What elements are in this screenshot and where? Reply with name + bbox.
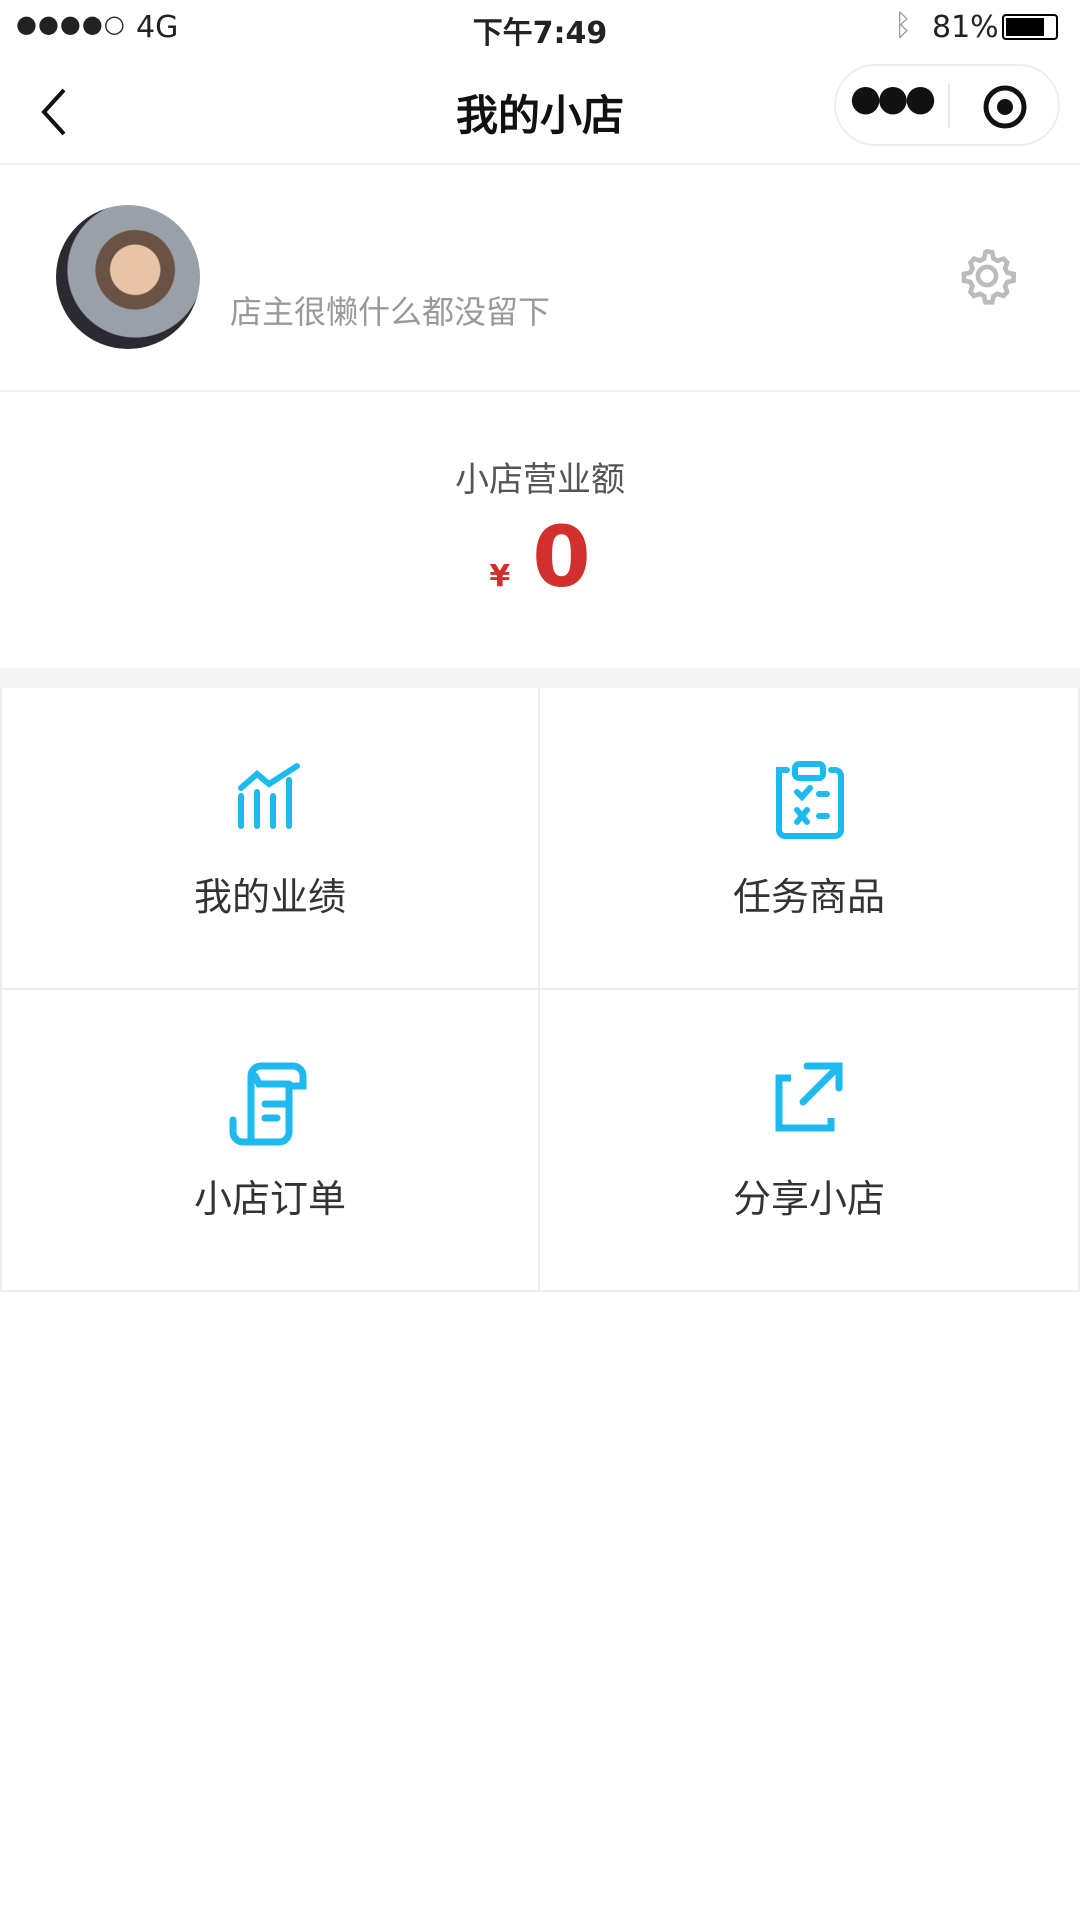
profile-section: 店主很懒什么都没留下 <box>0 167 1080 392</box>
revenue-label: 小店营业额 <box>455 460 625 500</box>
order-scroll-icon <box>229 1062 307 1146</box>
grid-item-orders[interactable]: 小店订单 <box>0 990 540 1292</box>
revenue-amount: 0 <box>532 508 591 606</box>
bar-chart-icon <box>238 763 300 829</box>
grid-item-label: 任务商品 <box>732 875 885 919</box>
avatar[interactable] <box>56 205 200 349</box>
grid-item-label: 小店订单 <box>193 1177 346 1221</box>
bluetooth-icon: ᛒ <box>894 8 912 43</box>
share-external-icon <box>775 1062 843 1132</box>
section-divider <box>0 668 1080 688</box>
battery-percent: 81% <box>932 10 999 45</box>
clipboard-checklist-icon <box>776 761 844 839</box>
grid-item-share-shop[interactable]: 分享小店 <box>540 990 1080 1292</box>
divider <box>948 84 950 128</box>
currency-symbol: ¥ <box>489 559 511 594</box>
revenue-value: ¥0 <box>0 508 1080 606</box>
grid-item-label: 分享小店 <box>732 1177 885 1221</box>
nav-bar: 我的小店 ●●● <box>0 60 1080 165</box>
capsule-menu: ●●● <box>834 64 1060 146</box>
shop-description: 店主很懒什么都没留下 <box>230 293 551 331</box>
clock: 下午7:49 <box>472 16 608 51</box>
revenue-section: 小店营业额 ¥0 <box>0 394 1080 668</box>
grid-item-label: 我的业绩 <box>193 875 346 919</box>
grid-item-task-goods[interactable]: 任务商品 <box>540 688 1080 990</box>
gear-icon[interactable] <box>956 245 1018 307</box>
status-bar: ●●●●○ 4G 下午7:49 ᛒ 81% <box>0 0 1080 60</box>
battery-icon <box>1002 14 1058 40</box>
grid-item-performance[interactable]: 我的业绩 <box>0 688 540 990</box>
more-dots-icon[interactable]: ●●● <box>836 78 946 119</box>
target-circle-icon[interactable] <box>982 84 1028 130</box>
